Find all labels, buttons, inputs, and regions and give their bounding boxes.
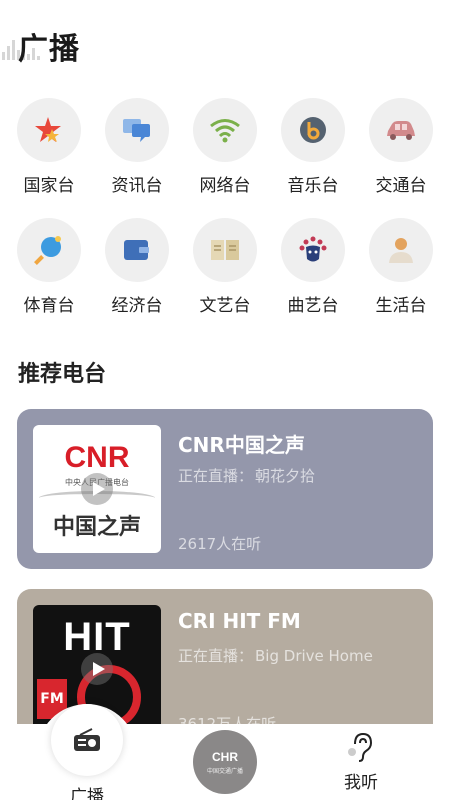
station-logo: CNR 中央人民广播电台 中国之声: [33, 425, 161, 553]
tab-woting[interactable]: 我听: [311, 730, 411, 793]
station-name: CRI HIT FM: [178, 609, 301, 633]
category-label: 网络台: [199, 176, 251, 196]
category-circle: [17, 218, 81, 282]
category-label: 音乐台: [287, 176, 339, 196]
category-circle: [369, 98, 433, 162]
page-title: 广播: [18, 32, 80, 67]
station-live-info: 正在直播： Big Drive Home: [178, 645, 373, 666]
live-show-name: Big Drive Home: [255, 647, 373, 665]
tab-guangbo[interactable]: 广播: [37, 704, 137, 800]
opera-mask-icon: [299, 236, 327, 262]
category-jingjitai[interactable]: 经济台: [93, 218, 181, 316]
section-title-recommend: 推荐电台: [18, 361, 107, 387]
now-playing-button[interactable]: CHR 中国交通广播: [193, 730, 257, 794]
category-circle: [193, 98, 257, 162]
category-circle: [281, 218, 345, 282]
category-label: 资讯台: [111, 176, 163, 196]
category-circle: [281, 98, 345, 162]
category-guojiatai[interactable]: 国家台: [5, 98, 93, 196]
tab-label: 广播: [70, 787, 104, 800]
wifi-icon: [210, 119, 240, 143]
category-zixuntai[interactable]: 资讯台: [93, 98, 181, 196]
category-label: 经济台: [111, 296, 163, 316]
person-icon: [389, 238, 413, 263]
tab-icon-circle: [51, 704, 123, 776]
station-live-info: 正在直播： 朝花夕拾: [178, 465, 315, 486]
category-shenghuotai[interactable]: 生活台: [357, 218, 445, 316]
live-show-name: 朝花夕拾: [255, 467, 316, 485]
play-icon[interactable]: [81, 653, 113, 685]
category-tiyutai[interactable]: 体育台: [5, 218, 93, 316]
station-name: CNR中国之声: [178, 433, 305, 457]
now-playing-disc-icon: CHR 中国交通广播: [193, 730, 257, 794]
station-card[interactable]: CNR 中央人民广播电台 中国之声 CNR中国之声 正在直播：朝花夕拾 2617…: [17, 409, 433, 569]
category-circle: [105, 98, 169, 162]
category-label: 体育台: [23, 296, 75, 316]
category-label: 曲艺台: [287, 296, 339, 316]
listener-count: 2617人在听: [178, 535, 262, 553]
category-circle: [105, 218, 169, 282]
disc-logo-text: CHR: [212, 749, 238, 764]
category-label: 生活台: [375, 296, 427, 316]
ear-icon: [348, 732, 373, 762]
chat-bubbles-icon: [123, 119, 150, 142]
category-wenyitai[interactable]: 文艺台: [181, 218, 269, 316]
live-prefix: 正在直播：: [178, 647, 254, 665]
category-label: 文艺台: [199, 296, 251, 316]
tab-label: 我听: [344, 773, 378, 793]
ping-pong-paddle-icon: [34, 236, 61, 265]
open-book-icon: [211, 240, 239, 260]
live-prefix: 正在直播：: [178, 467, 254, 485]
category-yinyuetai[interactable]: 音乐台: [269, 98, 357, 196]
radio-icon: [74, 728, 100, 751]
logo-bottom-text: 中国之声: [52, 515, 141, 540]
page-header: 广播: [0, 22, 450, 70]
category-wangluotai[interactable]: 网络台: [181, 98, 269, 196]
category-circle: [17, 98, 81, 162]
logo-cnr-text: CNR: [64, 441, 130, 474]
category-circle: [193, 218, 257, 282]
category-label: 国家台: [23, 176, 75, 196]
category-jiaotongtai[interactable]: 交通台: [357, 98, 445, 196]
star-flag-icon: [35, 117, 61, 142]
category-quyitai[interactable]: 曲艺台: [269, 218, 357, 316]
category-label: 交通台: [375, 176, 427, 196]
disc-station-text: 中国交通广播: [206, 767, 243, 775]
bottom-tab-bar: 广播 CHR 中国交通广播 我听: [0, 704, 450, 800]
category-circle: [369, 218, 433, 282]
car-icon: [387, 121, 415, 140]
wallet-icon: [124, 240, 149, 260]
music-note-icon: [300, 117, 326, 143]
play-icon[interactable]: [81, 473, 113, 505]
